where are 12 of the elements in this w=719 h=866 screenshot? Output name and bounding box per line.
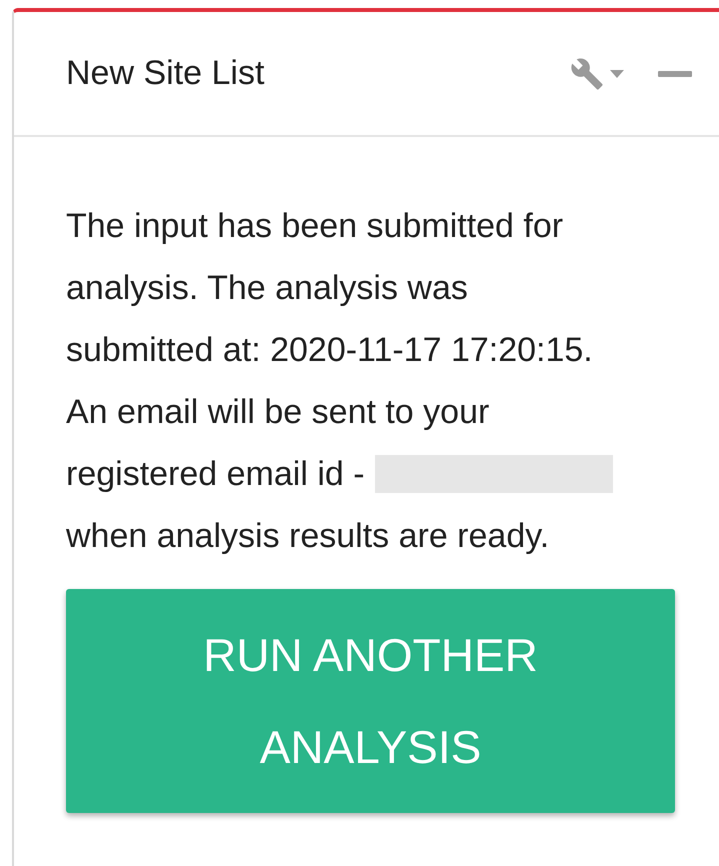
message-text: registered email id - xyxy=(66,454,365,494)
message-text: An email will be sent to your xyxy=(66,392,490,432)
message-text: submitted at: 2020-11-17 17:20:15. xyxy=(66,330,593,370)
minimize-button[interactable] xyxy=(658,70,692,76)
message-text: when analysis results are ready. xyxy=(66,516,550,556)
message-text: analysis. The analysis was xyxy=(66,268,468,308)
message-text: The input has been submitted for xyxy=(66,206,564,246)
panel-title: New Site List xyxy=(66,53,264,94)
run-another-analysis-button[interactable]: RUN ANOTHER ANALYSIS xyxy=(66,589,675,813)
caret-icon xyxy=(610,70,624,78)
wrench-icon xyxy=(570,56,604,90)
wrench-dropdown[interactable] xyxy=(570,56,624,90)
